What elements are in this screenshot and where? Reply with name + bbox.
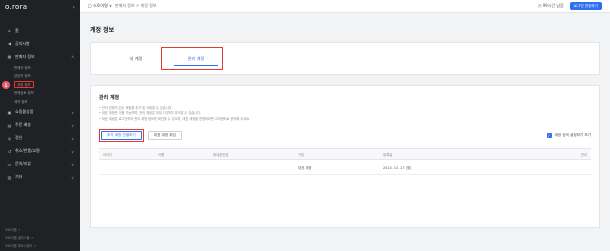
action-row: 추가 계정 연결하기 대표 계정 위임 ✓ 계정 검색 설정하기 보기 — [99, 129, 592, 143]
session-remaining: ◷ 99시간 남음 — [537, 3, 564, 8]
account-table: 아이디 이름 휴대폰번호 구분 등록일 관리 대표 계정 2023. 10. 2… — [99, 148, 591, 176]
top-bar: □ 스토어명 ∨ 판매자 정보 > 계정 정보 ◷ 99시간 남음 로그인 연장… — [80, 0, 610, 13]
etc-icon: ▥ — [7, 174, 12, 180]
extend-login-button[interactable]: 로그인 연장하기 — [569, 2, 602, 10]
sidebar-item-orders[interactable]: ▤ 주문 배송 ∨ — [0, 119, 80, 132]
sidebar-item-etc[interactable]: ▥ 기타 ∨ — [0, 171, 80, 184]
home-icon: ⌂ — [8, 28, 11, 33]
chevron-down-icon: ∨ — [71, 135, 74, 141]
tab-my-account[interactable]: 내 계정 — [106, 43, 166, 74]
megaphone-icon: ◀ — [7, 41, 12, 46]
table-header-row: 아이디 이름 휴대폰번호 구분 등록일 관리 — [99, 148, 591, 161]
step-marker-1: 1 — [2, 81, 10, 89]
return-icon: ↺ — [7, 148, 12, 154]
notice-list: • 관리 권한이 있는 계정을 추가 및 삭제할 수 있습니다. • 대표 계정… — [99, 106, 591, 122]
sidebar-item-returns[interactable]: ↺ 취소/반품/교환 ∨ — [0, 145, 80, 158]
cell-type: 대표 계정 — [294, 159, 379, 176]
collapse-chevron-icon[interactable]: ‹ — [73, 4, 75, 11]
sidebar-item-label: 홈 — [15, 27, 19, 33]
chevron-down-icon: ∨ — [71, 122, 74, 128]
sidebar-subitem-review-info[interactable]: 판매검토 정보 — [0, 89, 80, 98]
account-tabs: 내 계정 관리 계정 — [90, 42, 600, 75]
external-link-partner[interactable]: 오로라몰 파트너센터 ↗ — [0, 241, 80, 249]
store-selector[interactable]: □ 스토어명 ∨ — [88, 3, 112, 9]
chevron-down-icon: ∨ — [71, 161, 74, 167]
column-header-name: 이름 — [154, 148, 209, 161]
chat-icon: ▭ — [7, 161, 12, 167]
column-header-id: 아이디 — [99, 148, 154, 161]
chevron-down-icon: ∨ — [71, 148, 74, 154]
logo: o.rora — [5, 3, 28, 11]
sidebar-item-products[interactable]: ▣ 쇼핑몰상품 ∨ — [0, 106, 80, 119]
highlight-box: 추가 계정 연결하기 — [99, 129, 144, 143]
sidebar-item-seller[interactable]: ▦ 판매자 정보 ∧ — [0, 50, 80, 63]
box-icon: ▣ — [7, 109, 12, 115]
cell-phone — [209, 159, 294, 176]
table-row[interactable]: 대표 계정 2023. 10. 27 (월) — [99, 159, 591, 176]
sidebar-subitem-label: 계정 정보 — [14, 80, 34, 88]
page-title: 계정 정보 — [90, 27, 115, 34]
column-header-type: 구분 — [294, 148, 379, 161]
sidebar-subitem-seller-info[interactable]: 판매자 정보 — [0, 63, 80, 72]
sidebar: o.rora ‹ ⌂ 홈 ◀ 공지사항 ▦ 판매자 정보 ∧ 판매자 정보 담당자 정보… — [0, 0, 80, 251]
sidebar-item-label: 판매자 정보 — [15, 53, 35, 59]
section-title: 관리 계정 — [99, 95, 120, 101]
cell-manage — [469, 159, 591, 176]
sidebar-item-label: 문의/리뷰 — [15, 161, 32, 166]
chevron-down-icon: ∨ — [71, 109, 74, 115]
sidebar-item-label: 주문 배송 — [15, 122, 31, 127]
column-header-date: 등록일 — [379, 148, 469, 161]
chevron-down-icon: ∨ — [71, 174, 74, 180]
sidebar-item-home[interactable]: ⌂ 홈 — [0, 24, 80, 37]
transfer-owner-button[interactable]: 대표 계정 위임 — [147, 131, 182, 141]
sidebar-nav: ⌂ 홈 ◀ 공지사항 ▦ 판매자 정보 ∧ 판매자 정보 담당자 정보 계정 정보 판매… — [0, 24, 80, 184]
checkbox-label: 계정 검색 설정하기 보기 — [554, 133, 592, 138]
sidebar-item-label: 쇼핑몰상품 — [15, 109, 34, 114]
sidebar-bottom-links: 오로라몰 ↗ 오로라몰 셀러스쿨 ↗ 오로라몰 파트너센터 ↗ — [0, 225, 80, 249]
store-icon: ▦ — [7, 54, 12, 59]
external-link-school[interactable]: 오로라몰 셀러스쿨 ↗ — [0, 233, 80, 241]
manager-account-section: 관리 계정 • 관리 권한이 있는 계정을 추가 및 삭제할 수 있습니다. •… — [90, 85, 600, 228]
cell-id — [99, 159, 154, 176]
main-content: 계정 정보 내 계정 관리 계정 관리 계정 • 관리 권한이 있는 계정을 추… — [80, 13, 610, 251]
sidebar-item-label: 공지사항 — [15, 40, 30, 46]
highlight-box — [161, 47, 223, 70]
search-setting-toggle[interactable]: ✓ 계정 검색 설정하기 보기 — [546, 133, 592, 139]
sidebar-item-label: 정산 — [15, 135, 23, 140]
sidebar-item-inquiries[interactable]: ▭ 문의/리뷰 ∨ — [0, 158, 80, 171]
add-account-button[interactable]: 추가 계정 연결하기 — [101, 131, 142, 141]
chevron-up-icon: ∧ — [71, 54, 74, 59]
sidebar-item-settlement[interactable]: ◎ 정산 ∨ — [0, 132, 80, 145]
cell-date: 2023. 10. 27 (월) — [379, 159, 469, 176]
column-header-manage: 관리 — [469, 148, 591, 161]
external-link-mall[interactable]: 오로라몰 ↗ — [0, 225, 80, 233]
breadcrumb: □ 스토어명 ∨ 판매자 정보 > 계정 정보 — [88, 3, 157, 9]
notice-item: • 대표 계정은 로그인하여 관리 계정 정보를 확인할 수 있으며, 대표 계… — [99, 116, 251, 121]
column-header-phone: 휴대폰번호 — [209, 148, 294, 161]
sidebar-subitem-manager-info[interactable]: 담당자 정보 — [0, 72, 80, 81]
sidebar-subitem-contract-info[interactable]: 계약 정보 — [0, 97, 80, 106]
sidebar-item-label: 기타 — [15, 174, 23, 179]
sidebar-subitem-account-info[interactable]: 계정 정보 — [0, 80, 80, 89]
cart-icon: ▤ — [7, 122, 12, 128]
top-right: ◷ 99시간 남음 로그인 연장하기 — [538, 2, 602, 10]
cell-name — [154, 159, 209, 176]
sidebar-item-label: 취소/반품/교환 — [15, 148, 40, 153]
sidebar-header: o.rora ‹ — [0, 0, 80, 14]
sidebar-item-notice[interactable]: ◀ 공지사항 — [0, 37, 80, 50]
coin-icon: ◎ — [7, 135, 12, 141]
breadcrumb-path: 판매자 정보 > 계정 정보 — [114, 3, 157, 8]
checkbox-checked-icon: ✓ — [546, 133, 552, 139]
